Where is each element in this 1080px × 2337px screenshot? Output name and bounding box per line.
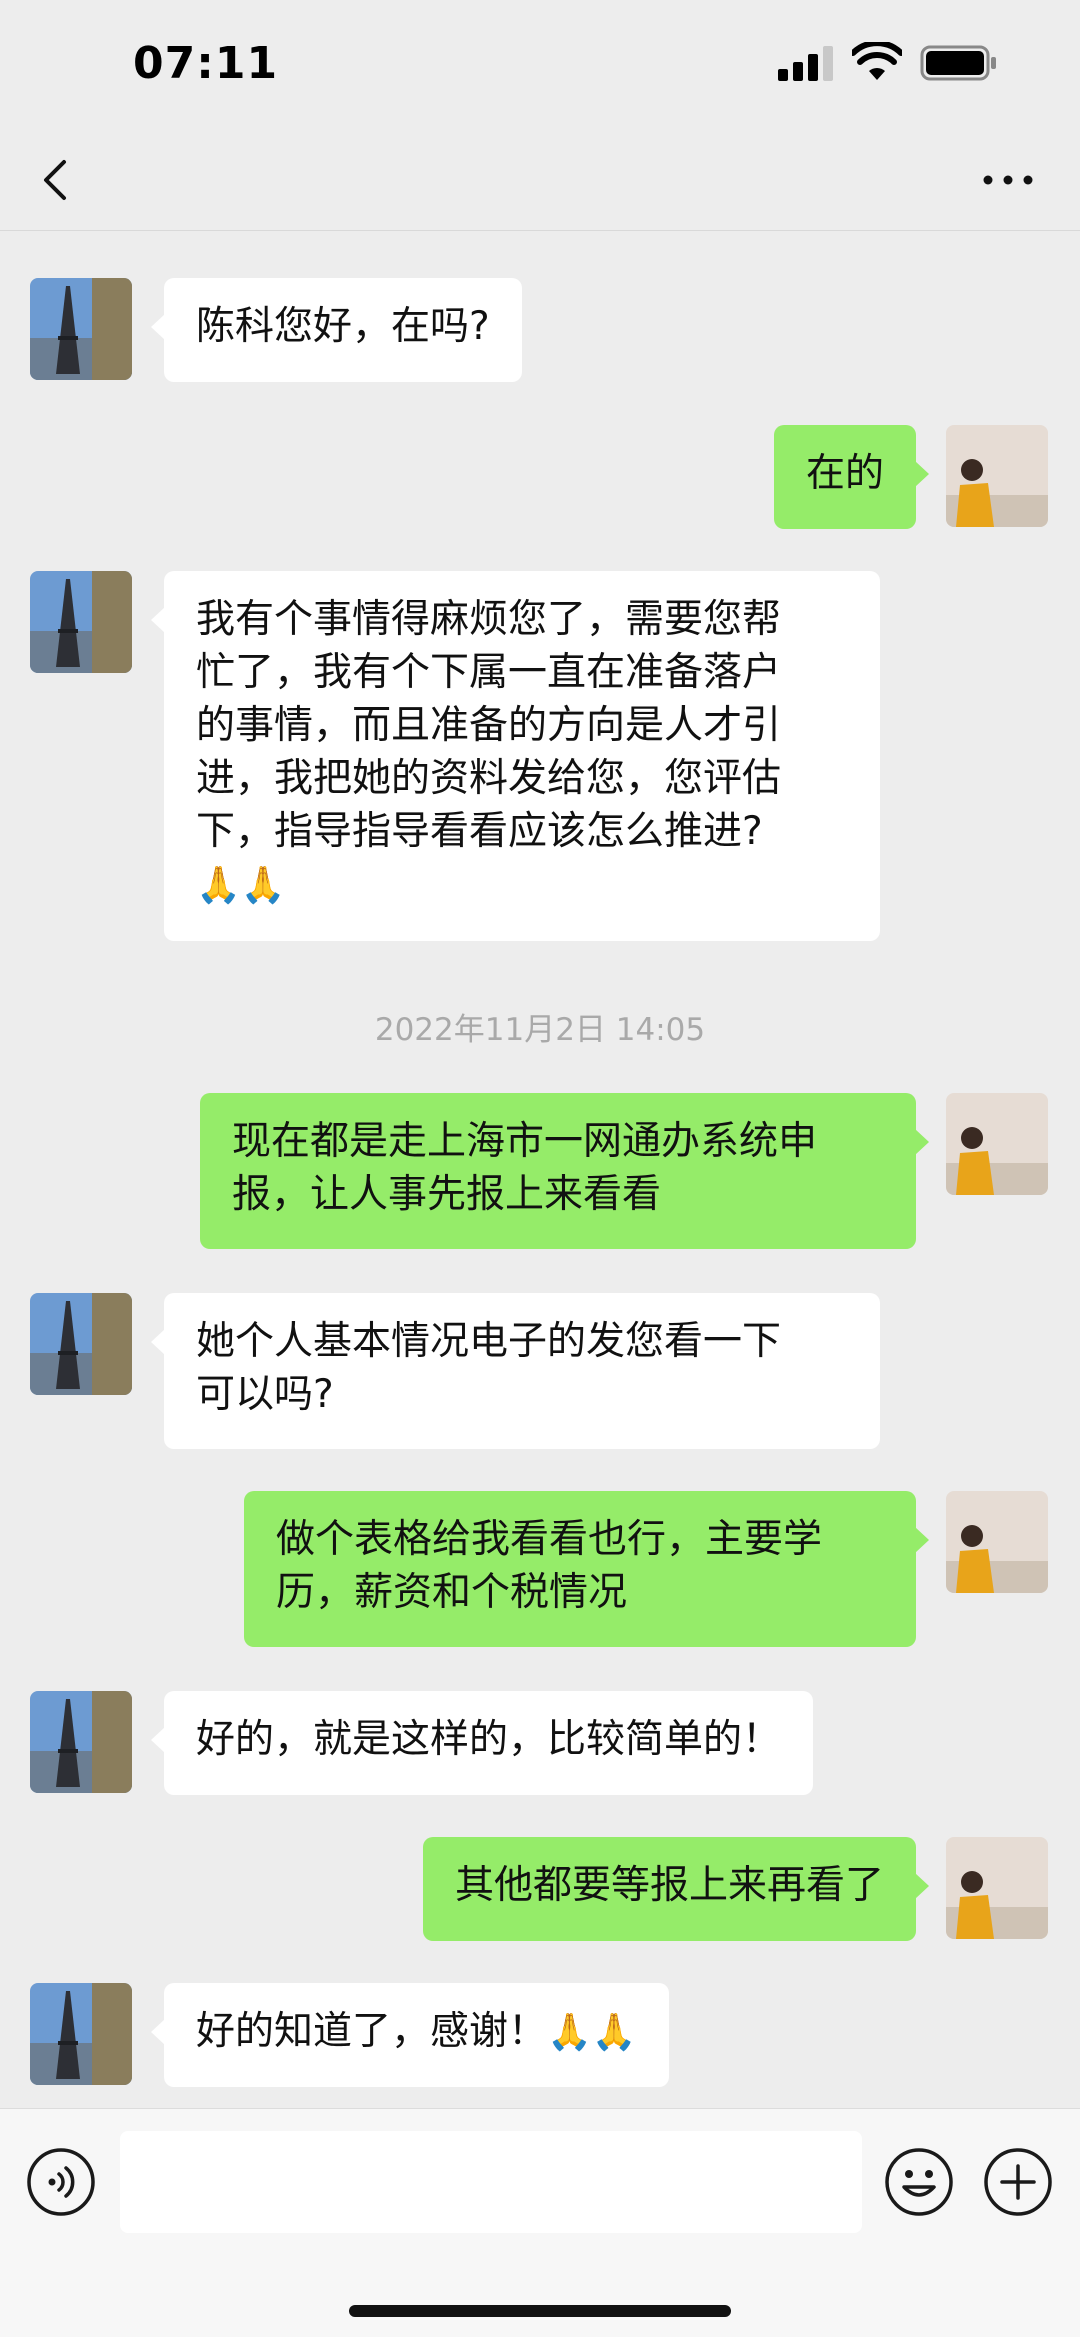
- message-bubble[interactable]: 陈科您好，在吗?: [151, 278, 522, 382]
- message-text: 好的知道了，感谢！: [196, 2009, 548, 2054]
- message-text: 现在都是走上海市一网通办系统申 报，让人事先报上来看看: [232, 1119, 818, 1217]
- message-text: 我有个事情得麻烦您了，需要您帮 忙了，我有个下属一直在准备落户 的事情，而且准备…: [196, 597, 782, 854]
- status-time: 07:11: [133, 38, 279, 89]
- message-bubble[interactable]: 其他都要等报上来再看了: [422, 1837, 930, 1941]
- my-avatar[interactable]: [946, 1093, 1048, 1195]
- contact-avatar[interactable]: [30, 1691, 132, 1793]
- message-text: 她个人基本情况电子的发您看一下 可以吗?: [196, 1319, 782, 1417]
- message-text: 陈科您好，在吗?: [196, 304, 490, 349]
- chat-header: [0, 130, 1080, 231]
- message-bubble[interactable]: 现在都是走上海市一网通办系统申 报，让人事先报上来看看: [200, 1093, 929, 1249]
- message-bubble[interactable]: 在的: [773, 425, 930, 529]
- message-bubble[interactable]: 做个表格给我看看也行，主要学 历，薪资和个税情况: [244, 1491, 929, 1647]
- cellular-signal-icon: [778, 46, 833, 81]
- message-bubble[interactable]: 她个人基本情况电子的发您看一下 可以吗?: [151, 1293, 880, 1449]
- contact-avatar[interactable]: [30, 571, 132, 673]
- back-icon[interactable]: [26, 148, 84, 212]
- contact-avatar[interactable]: [30, 1983, 132, 2085]
- battery-icon: [920, 45, 996, 81]
- home-indicator: [349, 2305, 731, 2317]
- message-text: 在的: [805, 451, 884, 496]
- plus-icon[interactable]: [983, 2147, 1053, 2217]
- message-timestamp: 2022年11月2日 14:05: [374, 1012, 706, 1048]
- my-avatar[interactable]: [946, 425, 1048, 527]
- contact-avatar[interactable]: [30, 1293, 132, 1395]
- my-avatar[interactable]: [946, 1491, 1048, 1593]
- message-bubble[interactable]: 好的，就是这样的，比较简单的！: [150, 1691, 814, 1795]
- message-text: 做个表格给我看看也行，主要学 历，薪资和个税情况: [276, 1517, 823, 1615]
- pray-hands-emoji: 🙏🙏: [547, 2012, 637, 2053]
- message-text: 其他都要等报上来再看了: [454, 1863, 884, 1908]
- pray-hands-emoji: 🙏🙏: [196, 865, 286, 906]
- message-text: 好的，就是这样的，比较简单的！: [196, 1717, 782, 1762]
- message-bubble[interactable]: 我有个事情得麻烦您了，需要您帮 忙了，我有个下属一直在准备落户 的事情，而且准备…: [151, 571, 880, 941]
- more-icon[interactable]: [976, 158, 1040, 202]
- my-avatar[interactable]: [946, 1837, 1048, 1939]
- message-input[interactable]: [120, 2131, 862, 2233]
- contact-avatar[interactable]: [30, 278, 132, 380]
- chat-message-list[interactable]: 陈科您好，在吗? 在的 我有个事情得麻烦您了，需要您帮 忙了，我有个下属一直在准…: [0, 231, 1080, 2108]
- emoji-icon[interactable]: [884, 2147, 954, 2217]
- message-bubble[interactable]: 好的知道了，感谢！🙏🙏: [151, 1983, 669, 2087]
- status-bar: 07:11: [0, 0, 1080, 130]
- chat-input-bar: [0, 2108, 1080, 2337]
- voice-icon[interactable]: [26, 2147, 96, 2217]
- wifi-icon: [852, 42, 902, 80]
